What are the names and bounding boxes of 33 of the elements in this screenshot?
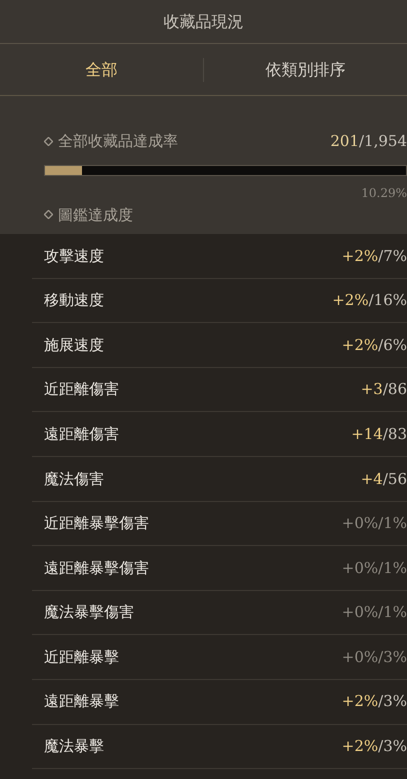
stat-value: +0%/1% xyxy=(342,513,407,534)
overall-label: 全部收藏品達成率 xyxy=(58,131,178,152)
stat-value: +2%/16% xyxy=(332,290,407,312)
stat-value: +0%/1% xyxy=(342,558,407,579)
stat-name: 近距離暴擊 xyxy=(44,646,119,668)
stat-value: +2%/3% xyxy=(342,736,407,758)
stat-value: +0%/1% xyxy=(342,602,407,624)
stat-value: +2%/7% xyxy=(342,246,407,267)
stat-name: 遠距離暴擊傷害 xyxy=(44,558,149,579)
overall-percent: 10.29% xyxy=(361,184,407,202)
stat-name: 攻擊速度 xyxy=(44,246,104,267)
stat-value: +2%/6% xyxy=(342,334,407,356)
diamond-icon xyxy=(44,210,53,220)
diamond-icon xyxy=(44,136,53,146)
stat-name: 遠距離傷害 xyxy=(44,424,119,445)
stat-name: 近距離暴擊傷害 xyxy=(44,513,149,534)
stat-name: 移動速度 xyxy=(44,290,104,312)
stat-value: +14/83 xyxy=(351,424,407,445)
stat-name: 近距離傷害 xyxy=(44,379,119,400)
stat-value: +0%/3% xyxy=(342,646,407,668)
stat-value: +2%/3% xyxy=(342,691,407,712)
stat-name: 魔法暴擊傷害 xyxy=(44,602,134,624)
stat-value: +3/86 xyxy=(360,379,407,400)
tab[interactable]: 依類別排序 xyxy=(258,58,354,82)
tab[interactable]: 全部 xyxy=(78,58,126,82)
panel-title: 收藏品現況 xyxy=(164,10,244,32)
codex-label: 圖鑑達成度 xyxy=(58,204,133,226)
stat-name: 遠距離暴擊 xyxy=(44,691,119,712)
overall-count: 201/1,954 xyxy=(330,131,407,152)
stat-name: 魔法暴擊 xyxy=(44,736,104,758)
stat-name: 魔法傷害 xyxy=(44,468,104,490)
stat-value: +4/56 xyxy=(360,468,407,490)
stat-name: 施展速度 xyxy=(44,334,104,356)
